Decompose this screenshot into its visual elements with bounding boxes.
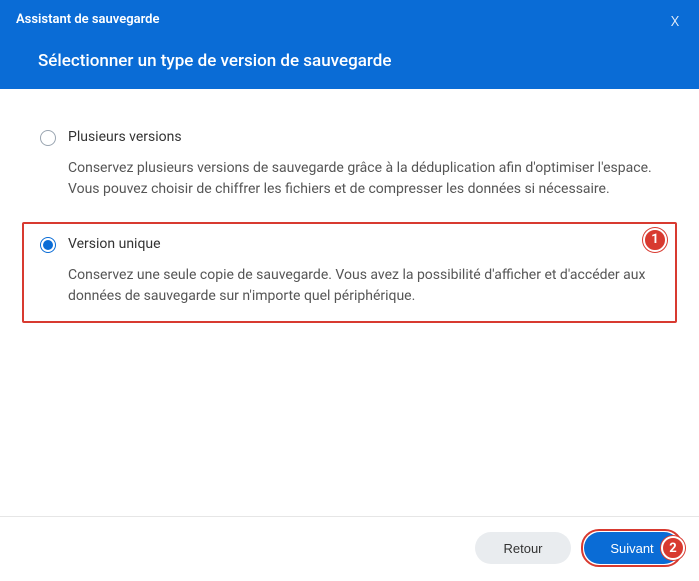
close-icon[interactable]: x: [665, 10, 685, 30]
next-button-highlight: Suivant 2: [581, 529, 683, 567]
radio-multi-version[interactable]: [40, 130, 56, 146]
dialog-title: Assistant de sauvegarde: [16, 12, 683, 27]
back-button[interactable]: Retour: [475, 532, 571, 564]
option-multi-version[interactable]: Plusieurs versions Conservez plusieurs v…: [22, 115, 677, 216]
radio-single-version[interactable]: [40, 237, 56, 253]
callout-badge-1: 1: [643, 228, 667, 252]
dialog-footer: Retour Suivant 2: [0, 516, 699, 581]
option-multi-label: Plusieurs versions: [68, 129, 659, 146]
dialog-body: Plusieurs versions Conservez plusieurs v…: [0, 89, 699, 516]
option-single-label: Version unique: [68, 236, 659, 253]
backup-wizard-dialog: Assistant de sauvegarde Sélectionner un …: [0, 0, 699, 581]
dialog-subtitle: Sélectionner un type de version de sauve…: [16, 51, 683, 71]
callout-badge-2: 2: [661, 536, 685, 560]
option-single-text: Version unique Conservez une seule copie…: [68, 236, 659, 307]
option-single-description: Conservez une seule copie de sauvegarde.…: [68, 265, 659, 307]
option-multi-description: Conservez plusieurs versions de sauvegar…: [68, 158, 659, 200]
option-multi-text: Plusieurs versions Conservez plusieurs v…: [68, 129, 659, 200]
option-single-version[interactable]: Version unique Conservez une seule copie…: [22, 222, 677, 323]
dialog-header: Assistant de sauvegarde Sélectionner un …: [0, 0, 699, 89]
